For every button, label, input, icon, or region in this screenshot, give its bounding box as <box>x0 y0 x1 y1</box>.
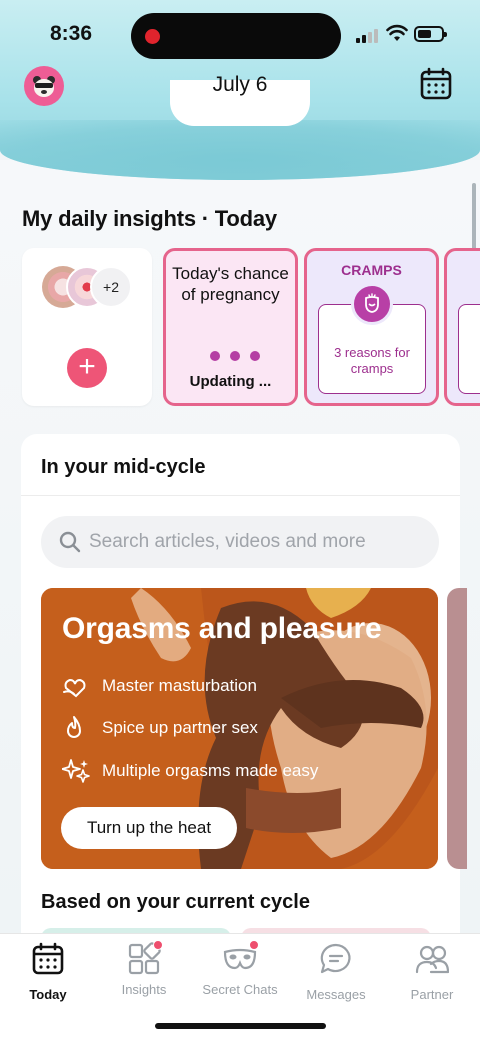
status-time: 8:36 <box>50 22 93 45</box>
tab-label: Messages <box>306 987 366 1002</box>
next-feature-card[interactable] <box>447 588 467 869</box>
tab-today[interactable]: Today <box>0 942 96 1002</box>
more-count-badge: +2 <box>90 266 132 308</box>
mask-icon <box>223 940 259 976</box>
orgasms-pleasure-card[interactable]: Orgasms and pleasure Master masturbation… <box>41 588 438 869</box>
search-bar[interactable] <box>41 516 439 568</box>
notification-badge <box>249 940 259 950</box>
feature-title: Orgasms and pleasure <box>62 612 382 645</box>
grid-icon <box>127 940 163 976</box>
dynamic-island <box>131 13 341 59</box>
partner-icon <box>415 945 450 974</box>
recording-dot-icon <box>145 29 160 44</box>
tab-partner[interactable]: Partner <box>384 942 480 1002</box>
log-symptoms-card[interactable]: +2 + <box>22 248 152 406</box>
loading-dots-icon <box>210 351 260 363</box>
daily-insights-title: My daily insights · Today <box>22 206 277 231</box>
tab-label: Partner <box>410 987 454 1002</box>
wifi-icon <box>386 24 408 41</box>
feature-item-text: Multiple orgasms made easy <box>102 761 319 780</box>
hand-heart-icon <box>62 672 92 700</box>
panel-title: In your mid-cycle <box>41 456 206 478</box>
battery-icon <box>414 26 447 42</box>
pregnancy-card-title: Today's chance of pregnancy <box>172 264 289 304</box>
pregnancy-chance-card[interactable]: Today's chance of pregnancy Updating ... <box>163 248 298 406</box>
feature-item: Master masturbation <box>62 672 257 700</box>
based-on-cycle-title: Based on your current cycle <box>41 891 310 913</box>
tab-label: Insights <box>121 982 167 997</box>
pregnancy-card-status: Updating ... <box>189 373 272 390</box>
mid-cycle-panel: In your mid-cycle Orgasms and pleasure M… <box>21 434 467 954</box>
tab-insights[interactable]: Insights <box>96 940 192 1002</box>
add-log-button[interactable]: + <box>67 348 107 388</box>
tab-label: Secret Chats <box>202 982 278 997</box>
search-icon <box>59 531 81 553</box>
feature-item: Multiple orgasms made easy <box>62 757 318 785</box>
flame-icon <box>62 714 92 742</box>
cramps-card-label: CRAMPS <box>341 262 402 278</box>
chat-icon <box>320 943 351 974</box>
sparkle-icon <box>62 757 92 785</box>
feature-item: Spice up partner sex <box>62 714 258 742</box>
signal-icon <box>356 27 380 43</box>
status-bar: 8:36 <box>0 0 480 62</box>
calendar-button[interactable] <box>418 66 454 102</box>
notification-badge <box>153 940 163 950</box>
tab-label: Today <box>29 987 67 1002</box>
uterus-icon <box>351 283 393 325</box>
turn-up-the-heat-button[interactable]: Turn up the heat <box>61 807 237 849</box>
cramps-card-text: 3 reasons for cramps <box>334 345 410 376</box>
cramps-card[interactable]: CRAMPS 3 reasons for cramps <box>304 248 439 406</box>
logged-symptoms-avatars: +2 <box>42 266 162 310</box>
home-indicator[interactable] <box>155 1023 326 1029</box>
date-title[interactable]: July 6 <box>0 73 480 97</box>
feature-item-text: Master masturbation <box>102 676 257 695</box>
feature-item-text: Spice up partner sex <box>102 718 258 737</box>
calendar-icon <box>32 942 64 975</box>
tab-messages[interactable]: Messages <box>288 942 384 1002</box>
divider <box>21 495 460 496</box>
next-insight-card[interactable] <box>444 248 480 406</box>
tab-secret-chats[interactable]: Secret Chats <box>192 940 288 1002</box>
search-input[interactable] <box>89 516 429 568</box>
